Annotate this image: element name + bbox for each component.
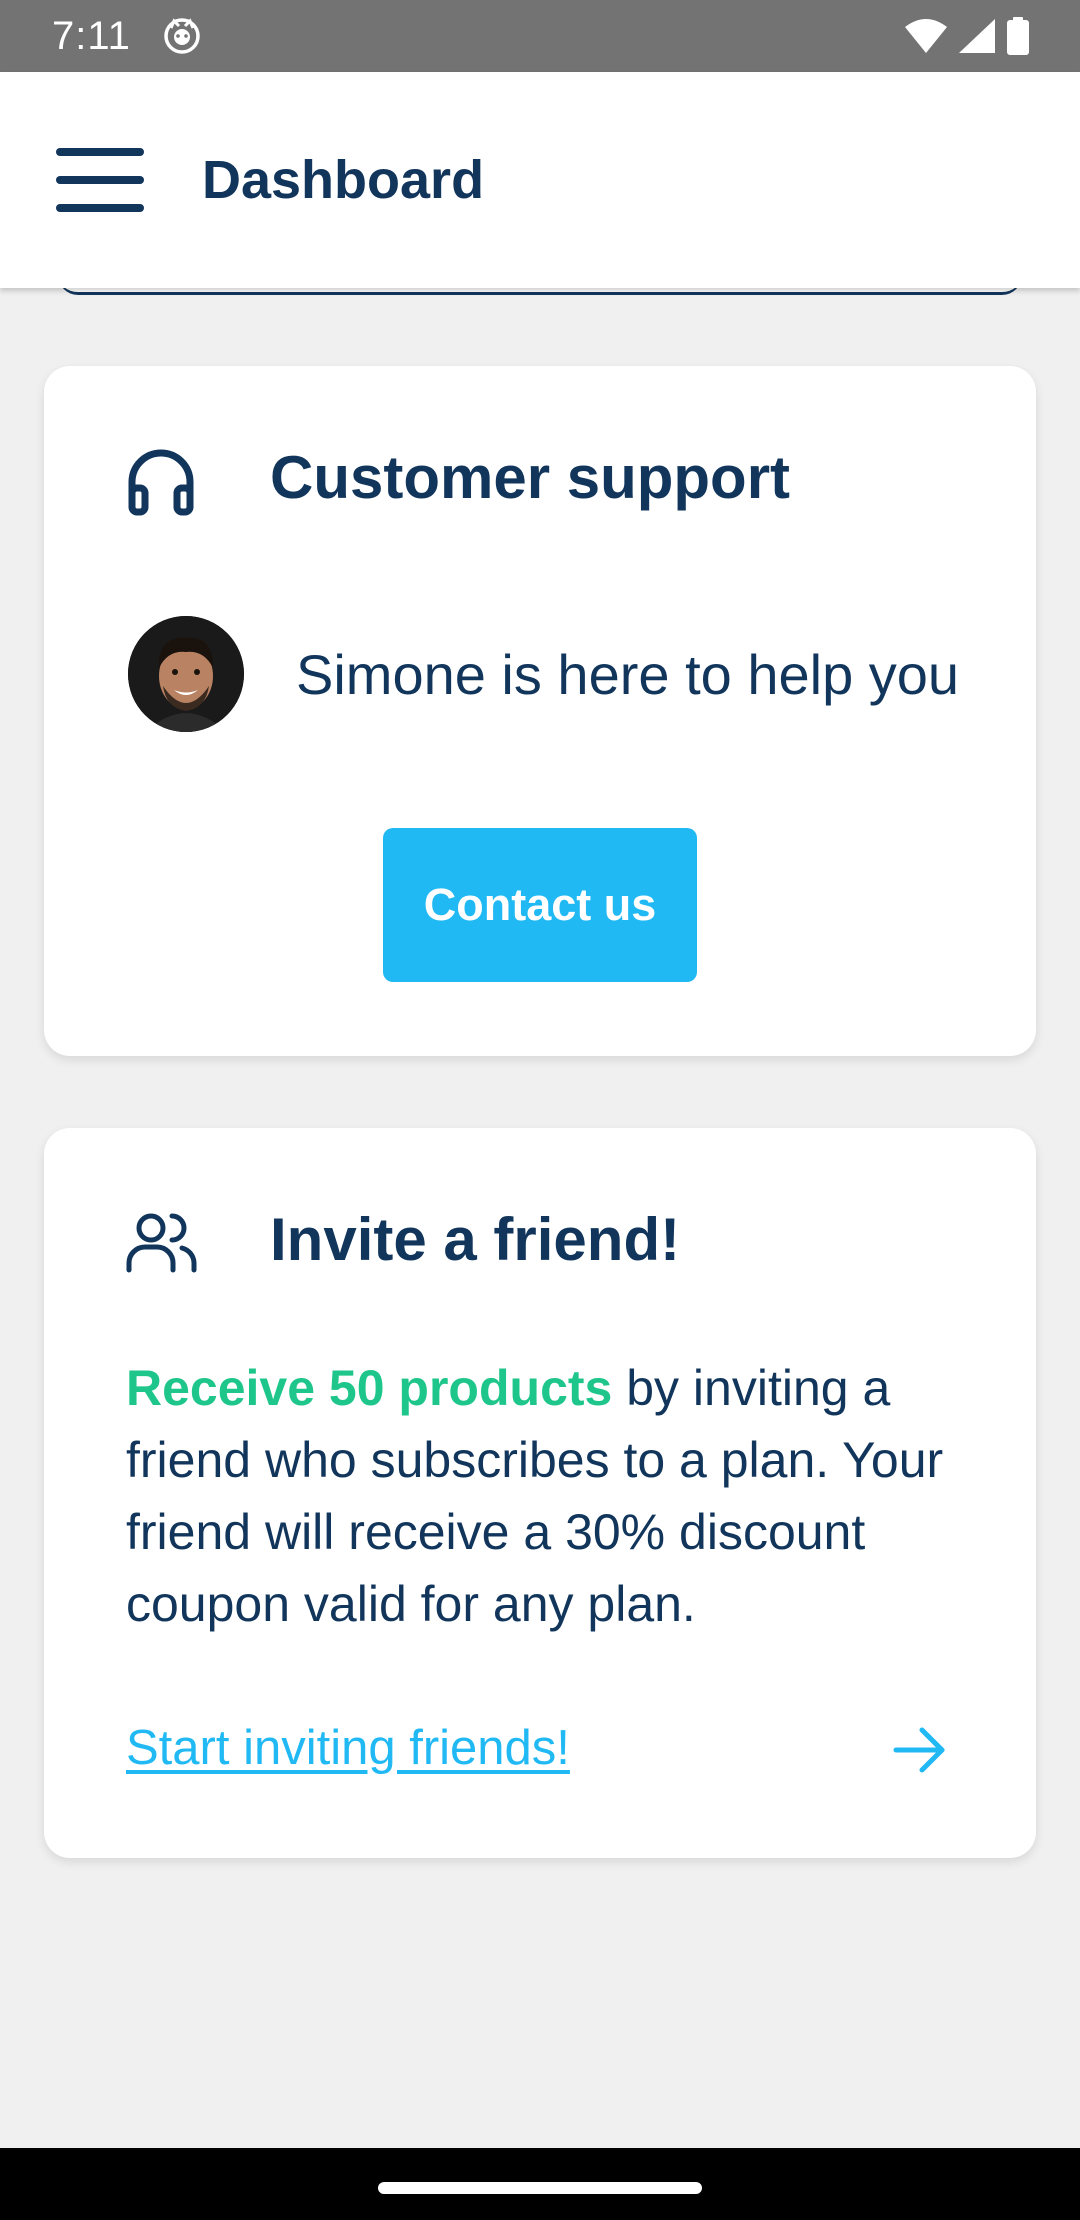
- invite-description: Receive 50 products by inviting a friend…: [126, 1352, 986, 1640]
- wifi-icon: [905, 19, 947, 53]
- menu-line: [56, 204, 144, 212]
- agent-avatar: [128, 616, 244, 732]
- contact-us-button[interactable]: Contact us: [383, 828, 697, 982]
- page-title: Dashboard: [202, 150, 485, 210]
- users-icon: [126, 1213, 197, 1273]
- customer-support-card: Customer support Simone is here to help …: [44, 366, 1036, 1056]
- start-inviting-link[interactable]: Start inviting friends!: [126, 1718, 570, 1778]
- status-time: 7:11: [52, 14, 131, 58]
- invite-friend-card: Invite a friend! Receive 50 products by …: [44, 1128, 1036, 1858]
- menu-line: [56, 148, 144, 156]
- arrow-right-icon[interactable]: [892, 1722, 948, 1778]
- navigation-bar: [0, 2148, 1080, 2220]
- menu-line: [56, 176, 144, 184]
- status-bar: 7:11: [0, 0, 1080, 72]
- invite-highlight: Receive 50 products: [126, 1360, 613, 1416]
- status-icons: [904, 14, 1030, 58]
- battery-icon: [1007, 17, 1029, 55]
- support-title: Customer support: [270, 444, 791, 511]
- headphones-icon: [128, 449, 194, 516]
- support-helper-text: Simone is here to help you: [296, 643, 960, 706]
- app-bar: Dashboard: [0, 72, 1080, 288]
- hamburger-menu-icon[interactable]: [56, 146, 146, 214]
- invite-title: Invite a friend!: [270, 1206, 681, 1273]
- cat-icon: [164, 18, 200, 54]
- signal-icon: [959, 19, 995, 53]
- home-gesture-handle[interactable]: [378, 2182, 702, 2194]
